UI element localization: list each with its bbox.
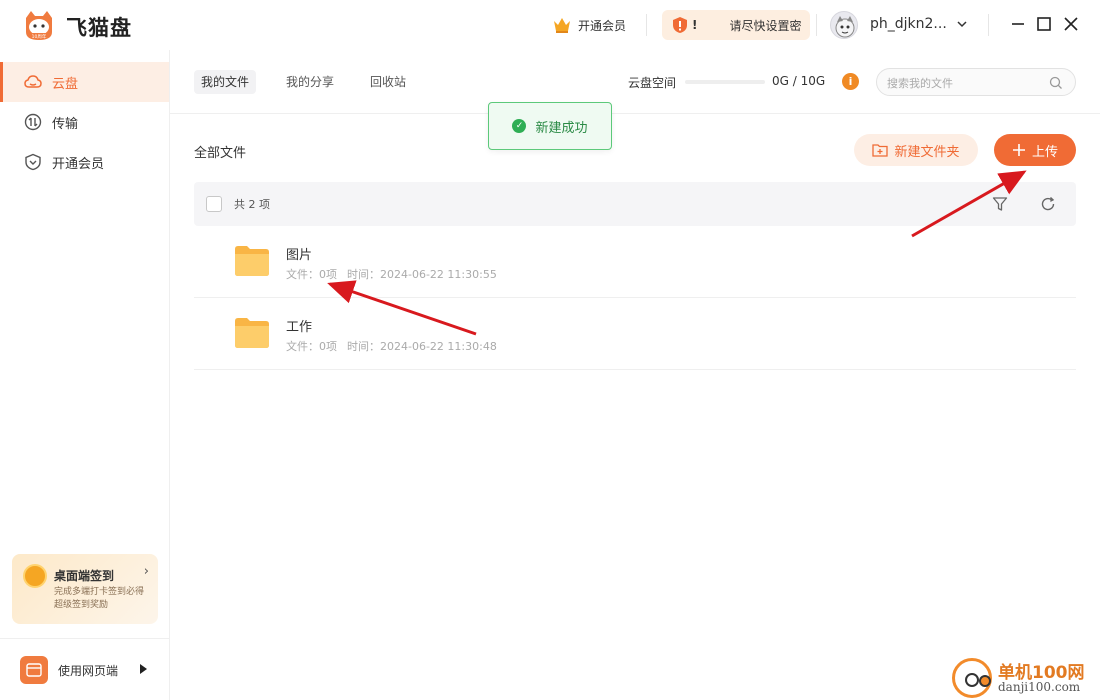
item-count: 共 2 项 (234, 198, 270, 211)
transfer-icon (24, 113, 42, 131)
tab-my-shares[interactable]: 我的分享 (279, 70, 341, 94)
add-folder-icon (872, 144, 889, 157)
divider (646, 14, 647, 36)
check-circle-icon: ✓ (512, 119, 527, 133)
vip-button[interactable]: 开通会员 (552, 14, 626, 36)
chevron-right-icon: › (143, 564, 149, 579)
file-meta: 文件：0项 时间：2024-06-22 11:30:55 (286, 266, 497, 282)
file-meta: 文件：0项 时间：2024-06-22 11:30:48 (286, 338, 497, 354)
avatar-image (835, 16, 855, 38)
desktop-signin-card[interactable]: 桌面端签到 › 完成多端打卡签到必得超级签到奖励 (12, 554, 158, 624)
refresh-icon[interactable] (1040, 196, 1056, 212)
search-input[interactable] (887, 75, 1037, 91)
storage-progress-bar (685, 80, 765, 84)
cloud-icon (24, 75, 42, 88)
folder-icon (235, 246, 269, 276)
maximize-icon[interactable] (1036, 16, 1052, 32)
sidebar-item-vip[interactable]: 开通会员 (0, 142, 169, 182)
file-count: 文件：0项 (286, 268, 337, 281)
play-arrow-icon (140, 664, 147, 674)
breadcrumb[interactable]: 全部文件 (194, 142, 246, 161)
file-name: 工作 (286, 320, 313, 335)
file-name: 图片 (286, 248, 313, 263)
upload-button[interactable]: 上传 (994, 134, 1076, 166)
folder-icon (235, 318, 269, 348)
tab-my-files[interactable]: 我的文件 (194, 70, 257, 94)
close-icon[interactable] (1063, 16, 1079, 32)
watermark-logo-icon (952, 658, 992, 698)
sidebar-item-cloud[interactable]: 云盘 (0, 62, 169, 102)
chevron-down-icon[interactable] (955, 17, 969, 31)
minimize-icon[interactable] (1010, 16, 1026, 32)
logo-text: 10周年 (32, 33, 47, 40)
divider (816, 14, 817, 36)
vip-button-label: 开通会员 (578, 18, 627, 33)
crown-icon (554, 18, 570, 33)
new-folder-label: 新建文件夹 (894, 144, 960, 160)
select-all-checkbox[interactable] (206, 196, 222, 212)
file-list-header: 共 2 项 (194, 182, 1076, 226)
use-web-version-button[interactable]: 使用网页端 (20, 656, 156, 684)
filter-icon[interactable] (992, 196, 1008, 212)
plus-icon (1012, 144, 1025, 156)
storage-value: 0G / 10G (772, 74, 826, 88)
file-row[interactable]: 图片 文件：0项 时间：2024-06-22 11:30:55 (194, 226, 1076, 298)
sidebar: 云盘 传输 开通会员 桌面端签到 › 完成多端打卡签到必得超级签到奖励 使用网页… (0, 50, 170, 700)
file-count: 文件：0项 (286, 340, 337, 353)
file-time: 时间：2024-06-22 11:30:55 (347, 268, 497, 281)
toast-text: 新建成功 (535, 120, 588, 136)
shield-warning-icon (673, 17, 687, 33)
storage-label: 云盘空间 (628, 76, 677, 90)
divider (0, 638, 169, 639)
warning-excl: ! (692, 18, 698, 32)
app-logo-icon: 10周年 (26, 11, 52, 40)
search-box[interactable] (876, 68, 1076, 96)
sidebar-item-label: 传输 (52, 116, 79, 132)
warning-text: 请尽快设置密 (729, 18, 802, 33)
file-row[interactable]: 工作 文件：0项 时间：2024-06-22 11:30:48 (194, 298, 1076, 370)
sidebar-item-label: 云盘 (52, 76, 79, 92)
upload-label: 上传 (1031, 144, 1058, 160)
security-warning-banner[interactable]: ! 请尽快设置密 (662, 10, 810, 40)
info-icon[interactable]: i (842, 73, 859, 90)
sidebar-item-label: 开通会员 (52, 156, 105, 172)
tab-recycle-bin[interactable]: 回收站 (363, 70, 413, 94)
success-toast: ✓ 新建成功 (488, 102, 612, 150)
signin-title: 桌面端签到 (54, 569, 115, 583)
vip-shield-icon (25, 153, 41, 171)
title-bar: 10周年 飞猫盘 开通会员 ! 请尽快设置密 ph_djkn2... (0, 0, 1100, 50)
avatar[interactable] (830, 11, 858, 39)
watermark-url: danji100.com (998, 680, 1081, 694)
sidebar-item-transfer[interactable]: 传输 (0, 102, 169, 142)
site-watermark: 单机100网 danji100.com (950, 656, 1100, 700)
web-entry-label: 使用网页端 (58, 663, 119, 678)
app-name: 飞猫盘 (66, 16, 132, 40)
username[interactable]: ph_djkn2... (870, 16, 947, 32)
file-time: 时间：2024-06-22 11:30:48 (347, 340, 497, 353)
new-folder-button[interactable]: 新建文件夹 (854, 134, 978, 166)
search-icon[interactable] (1049, 76, 1063, 90)
divider (988, 14, 989, 36)
top-toolbar: 我的文件 我的分享 回收站 云盘空间 0G / 10G i (170, 50, 1100, 114)
signin-description: 完成多端打卡签到必得超级签到奖励 (54, 587, 145, 610)
coin-icon (23, 564, 47, 588)
browser-icon (20, 656, 48, 684)
